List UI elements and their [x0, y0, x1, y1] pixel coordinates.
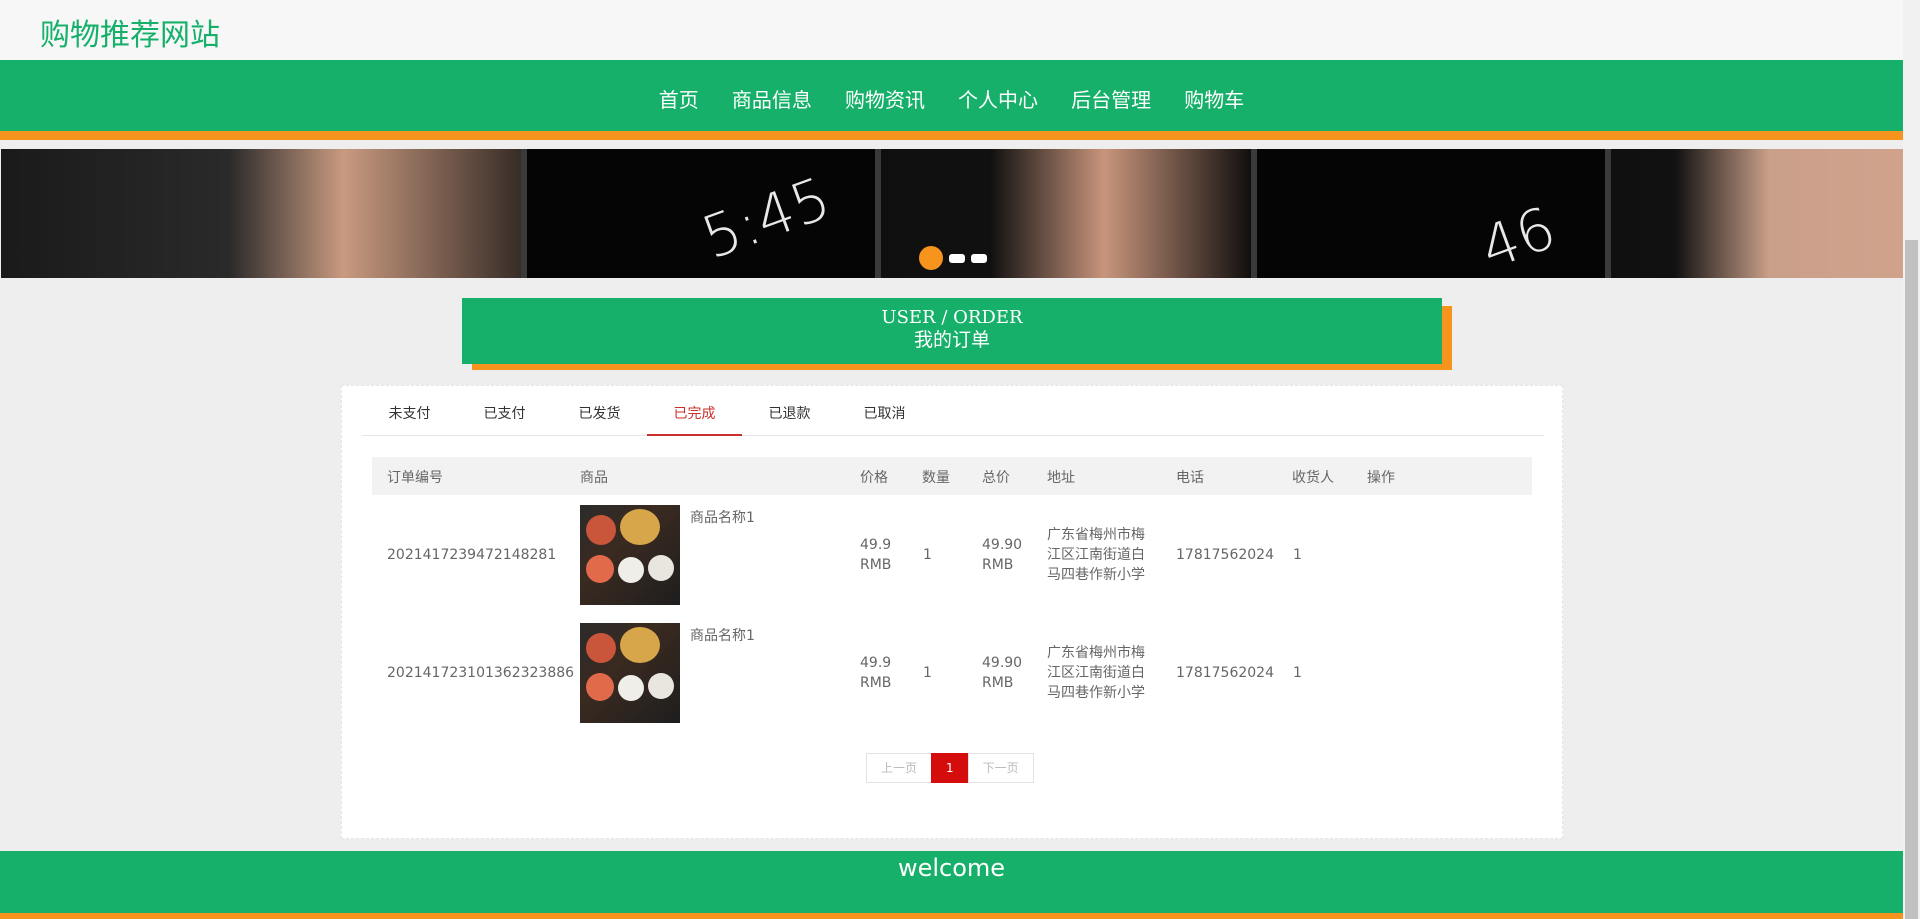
col-product: 商品 [580, 470, 608, 486]
col-price: 价格 [860, 470, 888, 486]
phone: 17817562024 [1176, 547, 1274, 563]
address-line: 广东省梅州市梅 [1047, 645, 1145, 661]
receiver: 1 [1293, 665, 1302, 681]
total-value: 49.90 [982, 537, 1023, 553]
carousel-indicators [919, 246, 987, 270]
col-qty: 数量 [922, 470, 950, 486]
total-unit: RMB [982, 557, 1014, 573]
product-name[interactable]: 商品名称1 [690, 507, 755, 527]
main-nav: 首页 商品信息 购物资讯 个人中心 后台管理 购物车 [0, 60, 1903, 140]
tab-refunded[interactable]: 已退款 [742, 398, 837, 436]
product-image[interactable] [580, 505, 680, 605]
col-action: 操作 [1367, 470, 1395, 486]
pagination: 上一页 1 下一页 [866, 753, 1034, 783]
nav-item-admin[interactable]: 后台管理 [1071, 84, 1151, 113]
nav-item-news[interactable]: 购物资讯 [845, 84, 925, 113]
product-name[interactable]: 商品名称1 [690, 625, 755, 645]
footer: welcome [0, 851, 1903, 919]
receiver: 1 [1293, 547, 1302, 563]
tab-unpaid[interactable]: 未支付 [362, 398, 457, 436]
quantity: 1 [923, 547, 932, 563]
nav-item-home[interactable]: 首页 [659, 84, 699, 113]
address-line: 马四巷作新小学 [1047, 685, 1145, 701]
price: 49.9 RMB [860, 653, 891, 693]
top-bar: 购物推荐网站 [0, 0, 1903, 60]
total-unit: RMB [982, 675, 1014, 691]
address-line: 江区江南街道白 [1047, 547, 1145, 563]
tab-completed[interactable]: 已完成 [647, 398, 742, 436]
price-value: 49.9 [860, 655, 892, 671]
price-value: 49.9 [860, 537, 892, 553]
col-total: 总价 [982, 470, 1010, 486]
scrollbar-thumb[interactable] [1905, 240, 1918, 919]
col-receiver: 收货人 [1292, 470, 1334, 486]
order-number: 2021417239472148281 [387, 547, 557, 563]
site-title[interactable]: 购物推荐网站 [40, 10, 220, 54]
total: 49.90 RMB [982, 653, 1022, 693]
address-line: 江区江南街道白 [1047, 665, 1145, 681]
section-title: USER / ORDER 我的订单 [462, 298, 1442, 364]
address: 广东省梅州市梅 江区江南街道白 马四巷作新小学 [1047, 643, 1145, 703]
order-status-tabs: 未支付 已支付 已发货 已完成 已退款 已取消 [362, 398, 1544, 436]
total-value: 49.90 [982, 655, 1023, 671]
carousel-dot-active[interactable] [919, 246, 943, 270]
price-unit: RMB [860, 557, 892, 573]
order-number: 202141723101362323886 [387, 665, 575, 681]
prev-page-button[interactable]: 上一页 [866, 753, 933, 783]
quantity: 1 [923, 665, 932, 681]
address-line: 广东省梅州市梅 [1047, 527, 1145, 543]
address: 广东省梅州市梅 江区江南街道白 马四巷作新小学 [1047, 525, 1145, 585]
col-order-no: 订单编号 [387, 470, 443, 486]
next-page-button[interactable]: 下一页 [967, 753, 1034, 783]
nav-item-cart[interactable]: 购物车 [1184, 84, 1244, 113]
table-row: 202141723101362323886 商品名称1 49.9 RMB 1 49… [372, 615, 1532, 733]
tab-cancelled[interactable]: 已取消 [837, 398, 932, 436]
nav-item-products[interactable]: 商品信息 [732, 84, 812, 113]
page-1-button[interactable]: 1 [931, 753, 969, 783]
table-header: 订单编号 商品 价格 数量 总价 地址 电话 收货人 操作 [372, 457, 1532, 495]
banner-carousel[interactable]: 5:45 46 [1, 149, 1903, 278]
carousel-dot[interactable] [949, 253, 965, 263]
price: 49.9 RMB [860, 535, 891, 575]
carousel-dot[interactable] [971, 253, 987, 263]
price-unit: RMB [860, 675, 892, 691]
total: 49.90 RMB [982, 535, 1022, 575]
product-image[interactable] [580, 623, 680, 723]
page-scrollbar[interactable] [1903, 0, 1920, 919]
nav-item-profile[interactable]: 个人中心 [958, 84, 1038, 113]
col-phone: 电话 [1176, 470, 1204, 486]
nav-list: 首页 商品信息 购物资讯 个人中心 后台管理 购物车 [0, 84, 1903, 113]
order-panel: 未支付 已支付 已发货 已完成 已退款 已取消 订单编号 商品 价格 数量 总价… [341, 385, 1563, 839]
footer-text: welcome [897, 854, 1006, 882]
tab-shipped[interactable]: 已发货 [552, 398, 647, 436]
table-row: 2021417239472148281 商品名称1 49.9 RMB 1 49.9… [372, 497, 1532, 615]
section-title-en: USER / ORDER [881, 307, 1023, 328]
phone: 17817562024 [1176, 665, 1274, 681]
tab-paid[interactable]: 已支付 [457, 398, 552, 436]
col-address: 地址 [1047, 470, 1075, 486]
section-title-cn: 我的订单 [913, 329, 990, 351]
address-line: 马四巷作新小学 [1047, 567, 1145, 583]
